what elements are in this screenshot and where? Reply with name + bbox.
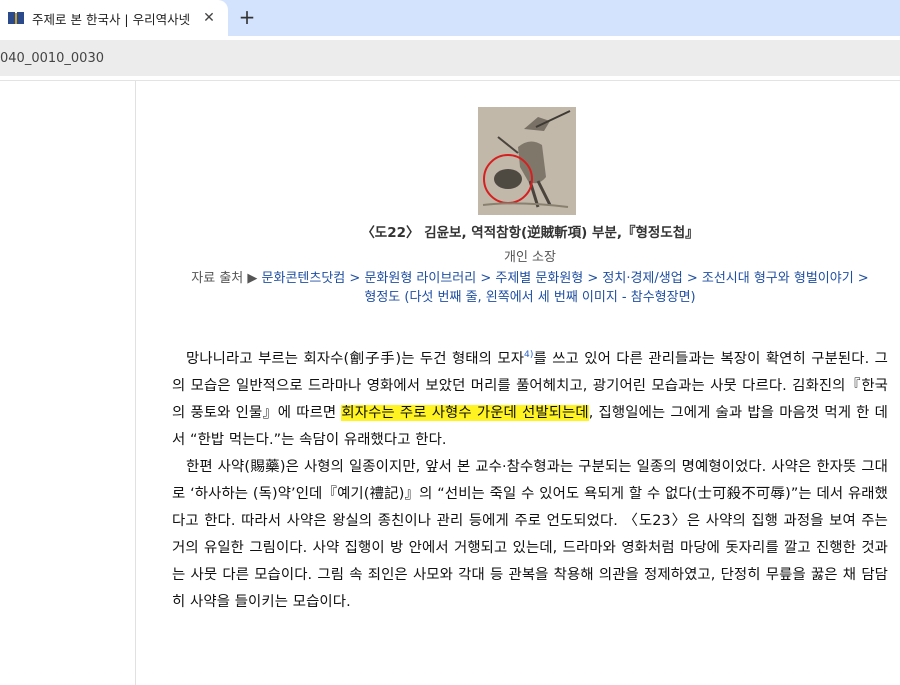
source-separator: >	[345, 271, 365, 286]
paragraph-1: 망나니라고 부르는 회자수(劊子手)는 두건 형태의 모자4)를 쓰고 있어 다…	[172, 350, 888, 448]
source-link-joseon-punishment[interactable]: 조선시대 형구와 형벌이야기	[702, 271, 854, 286]
close-tab-icon[interactable]: ✕	[200, 9, 218, 27]
source-breadcrumb: 자료 출처 ▶ 문화콘텐츠닷컴 > 문화원형 라이브러리 > 주제별 문화원형 …	[190, 269, 870, 307]
browser-tab-active[interactable]: 주제로 본 한국사 | 우리역사넷 ✕	[0, 0, 228, 36]
new-tab-button[interactable]: +	[236, 6, 258, 28]
source-separator: >	[682, 271, 702, 286]
tab-title: 주제로 본 한국사 | 우리역사넷	[32, 11, 191, 27]
paragraph-2: 한편 사약(賜藥)은 사형의 일종이지만, 앞서 본 교수·참수형과는 구분되는…	[172, 459, 888, 610]
url-text: 040_0010_0030	[0, 50, 104, 66]
url-field[interactable]: 040_0010_0030	[0, 40, 900, 76]
source-link-archetype-library[interactable]: 문화원형 라이브러리	[364, 271, 476, 286]
source-label: 자료 출처 ▶	[191, 271, 258, 286]
article-body: 망나니라고 부르는 회자수(劊子手)는 두건 형태의 모자4)를 쓰고 있어 다…	[172, 346, 888, 616]
figure-image[interactable]	[478, 107, 576, 215]
left-sidebar	[0, 81, 136, 685]
figure-caption-owner: 개인 소장	[504, 250, 556, 265]
address-bar: 040_0010_0030	[0, 36, 900, 80]
browser-tab-bar: 주제로 본 한국사 | 우리역사넷 ✕ +	[0, 0, 900, 36]
source-separator: >	[583, 271, 603, 286]
source-link-punishment-painting[interactable]: 형정도 (다섯 번째 줄, 왼쪽에서 세 번째 이미지 - 참수형장면)	[364, 290, 695, 305]
book-favicon-icon	[8, 12, 24, 24]
source-link-politics-economy[interactable]: 정치·경제/생업	[602, 271, 682, 286]
source-separator: >	[853, 271, 869, 286]
painting-illustration	[478, 107, 576, 215]
highlighted-text: 회자수는 주로 사형수 가운데 선발되는데	[341, 405, 589, 421]
source-link-culture-content[interactable]: 문화콘텐츠닷컴	[262, 271, 346, 286]
figure-caption-title: 〈도22〉 김윤보, 역적참항(逆賊斬項) 부분,『형정도첩』	[361, 225, 699, 241]
source-separator: >	[476, 271, 496, 286]
source-link-theme-archetype[interactable]: 주제별 문화원형	[495, 271, 583, 286]
